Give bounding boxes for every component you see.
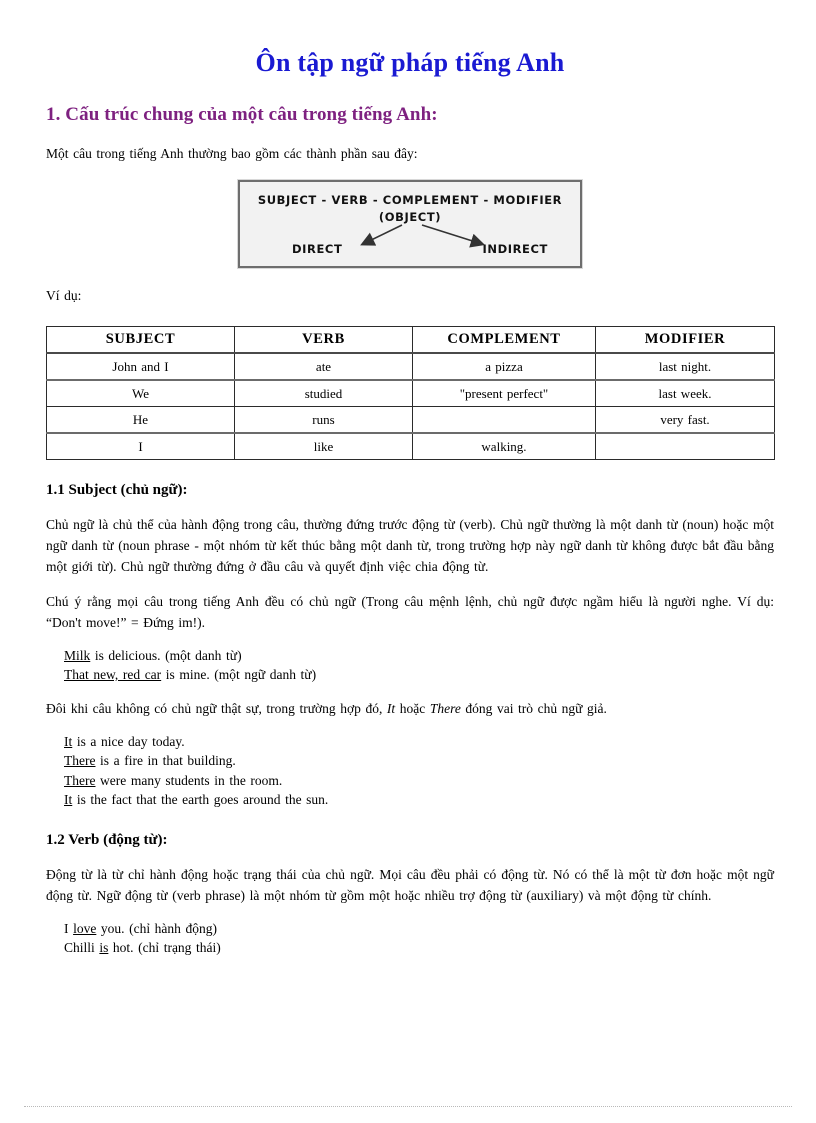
table-header-subject: SUBJECT — [46, 326, 235, 354]
subject-paragraph-2: Chú ý rằng mọi câu trong tiếng Anh đều c… — [46, 593, 774, 630]
list-item: It is the fact that the earth goes aroun… — [64, 790, 774, 810]
example-rest: is delicious. (một danh từ) — [90, 647, 242, 663]
list-item: There is a fire in that building. — [64, 751, 774, 771]
table-row: We studied "present perfect" last week. — [46, 379, 775, 407]
example-underlined: Milk — [64, 647, 91, 663]
document-content: Ôn tập ngữ pháp tiếng Anh 1. Cấu trúc ch… — [46, 0, 775, 958]
page-title: Ôn tập ngữ pháp tiếng Anh — [255, 48, 565, 77]
section-1-heading: 1. Cấu trúc chung của một câu trong tiến… — [46, 104, 438, 125]
diagram-direct-label: DIRECT — [292, 242, 343, 256]
example-underlined: That new, red car — [64, 667, 162, 683]
table-cell: He — [46, 406, 235, 434]
table-cell: I — [46, 432, 235, 460]
example-underlined: It — [64, 792, 73, 808]
table-cell: studied — [234, 379, 413, 407]
paragraph-text-mid: hoặc — [395, 700, 430, 716]
diagram-indirect-label: INDIRECT — [482, 242, 548, 256]
subject-paragraph-3: Đôi khi câu không có chủ ngữ thật sự, tr… — [46, 685, 774, 720]
diagram-arrows — [360, 224, 486, 248]
list-item: I love you. (chỉ hành động) — [64, 919, 774, 939]
table-row: I like walking. — [46, 432, 775, 460]
list-item: It is a nice day today. — [64, 732, 774, 752]
example-underlined: It — [64, 733, 73, 749]
subject-paragraph-1: Chủ ngữ là chủ thể của hành động trong c… — [46, 517, 774, 574]
example-rest: you. (chỉ hành động) — [96, 920, 217, 936]
subsection-1-2-heading: 1.2 Verb (động từ): — [46, 831, 168, 848]
example-rest: is mine. (một ngữ danh từ) — [161, 667, 317, 683]
table-header-complement: COMPLEMENT — [412, 326, 596, 354]
subject-examples-nouns: Milk is delicious. (một danh từ) That ne… — [46, 634, 774, 685]
subject-examples-dummy: It is a nice day today. There is a fire … — [46, 720, 774, 810]
example-label: Ví dụ: — [46, 288, 82, 303]
table-cell: walking. — [412, 432, 596, 460]
table-cell: a pizza — [412, 352, 596, 381]
example-rest: is a fire in that building. — [95, 753, 236, 769]
verb-examples: I love you. (chỉ hành động) Chilli is ho… — [46, 907, 774, 958]
table-cell: John and I — [46, 352, 235, 381]
table-cell: like — [234, 432, 413, 460]
example-rest: were many students in the room. — [95, 772, 283, 788]
table-header-verb: VERB — [234, 326, 413, 354]
table-cell: ate — [234, 352, 413, 381]
intro-paragraph: Một câu trong tiếng Anh thường bao gồm c… — [46, 146, 418, 161]
table-cell: We — [46, 379, 235, 407]
sentence-structure-diagram: SUBJECT - VERB - COMPLEMENT - MODIFIER (… — [237, 179, 583, 269]
example-rest: is a nice day today. — [72, 733, 185, 749]
table-row: He runs very fast. — [46, 406, 775, 434]
example-underlined: There — [64, 753, 96, 769]
list-item: Chilli is hot. (chỉ trạng thái) — [64, 938, 774, 958]
example-before: I — [64, 920, 74, 936]
example-before: Chilli — [64, 940, 100, 956]
italic-there: There — [429, 700, 461, 716]
paragraph-text-after: đóng vai trò chủ ngữ giả. — [460, 700, 607, 716]
italic-it: It — [386, 700, 396, 716]
table-row: John and I ate a pizza last night. — [46, 352, 775, 381]
table-cell: runs — [234, 406, 413, 434]
example-rest: is the fact that the earth goes around t… — [72, 792, 329, 808]
sentence-parts-table: SUBJECT VERB COMPLEMENT MODIFIER John an… — [46, 326, 775, 460]
table-cell: last week. — [595, 379, 775, 407]
table-cell: "present perfect" — [412, 379, 596, 407]
example-underlined: is — [99, 940, 109, 956]
verb-paragraph-1: Động từ là từ chỉ hành động hoặc trạng t… — [46, 866, 774, 903]
list-item: That new, red car is mine. (một ngữ danh… — [64, 665, 774, 685]
sentence-structure-diagram-wrapper: SUBJECT - VERB - COMPLEMENT - MODIFIER (… — [46, 162, 774, 269]
example-rest: hot. (chỉ trạng thái) — [108, 940, 221, 956]
table-cell: very fast. — [595, 406, 775, 434]
example-underlined: There — [64, 772, 96, 788]
example-underlined: love — [73, 920, 97, 936]
document-page: Ôn tập ngữ pháp tiếng Anh 1. Cấu trúc ch… — [0, 0, 816, 1123]
list-item: There were many students in the room. — [64, 771, 774, 791]
table-cell — [595, 432, 775, 460]
table-cell: last night. — [595, 352, 775, 381]
list-item: Milk is delicious. (một danh từ) — [64, 646, 774, 666]
footer-divider — [24, 1106, 792, 1107]
table-cell — [412, 406, 596, 434]
table-header-row: SUBJECT VERB COMPLEMENT MODIFIER — [46, 326, 775, 354]
table-header-modifier: MODIFIER — [595, 326, 775, 354]
subsection-1-1-heading: 1.1 Subject (chủ ngữ): — [46, 482, 188, 498]
paragraph-text-before: Đôi khi câu không có chủ ngữ thật sự, tr… — [46, 700, 387, 716]
